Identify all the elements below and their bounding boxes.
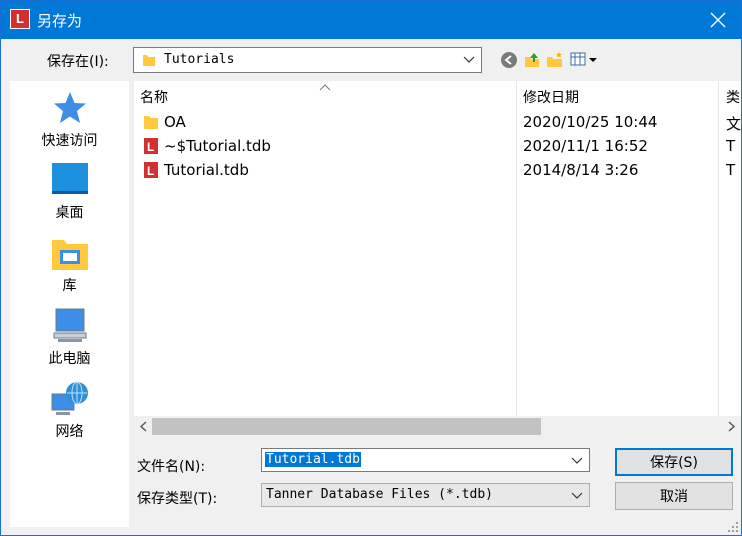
filename-input[interactable]: Tutorial.tdb (261, 448, 590, 472)
new-folder-button[interactable] (546, 51, 564, 69)
chevron-down-icon (571, 492, 583, 499)
file-name: OA (164, 113, 186, 131)
places-bar: 快速访问 桌面 库 此电脑 网络 (10, 81, 129, 527)
network-icon (51, 381, 88, 415)
chevron-down-icon[interactable] (571, 454, 583, 466)
filetype-select[interactable]: Tanner Database Files (*.tdb) (261, 483, 590, 507)
up-folder-button[interactable] (523, 51, 541, 69)
file-row[interactable]: L Tutorial.tdb 2014/8/14 3:26 T (134, 158, 741, 182)
place-label: 桌面 (55, 205, 84, 221)
desktop-icon (51, 163, 88, 194)
place-library[interactable]: 库 (10, 234, 129, 295)
close-icon (710, 12, 726, 28)
star-icon (53, 92, 86, 123)
save-in-dropdown[interactable]: Tutorials (133, 47, 482, 73)
view-menu-button[interactable] (570, 51, 598, 69)
place-quick-access[interactable]: 快速访问 (10, 89, 129, 150)
file-list[interactable]: 名称 修改日期 类 OA 2020/10/25 10:44 文 L ~$Tuto… (134, 81, 741, 437)
scroll-right-icon[interactable] (726, 421, 736, 432)
window-title: 另存为 (37, 12, 83, 30)
filetype-value: Tanner Database Files (*.tdb) (266, 487, 493, 502)
current-folder: Tutorials (164, 52, 235, 67)
save-in-label: 保存在(I): (47, 54, 109, 70)
back-button[interactable] (500, 51, 518, 69)
file-row[interactable]: OA 2020/10/25 10:44 文 (134, 110, 741, 134)
column-header-type[interactable]: 类 (726, 87, 740, 107)
file-name: Tutorial.tdb (164, 161, 249, 179)
filetype-label: 保存类型(T): (137, 491, 218, 507)
save-as-dialog: L 另存为 保存在(I): Tutorials 快速访问 桌面 库 此电脑 网络… (0, 0, 742, 536)
place-label: 此电脑 (48, 351, 91, 367)
column-header-date[interactable]: 修改日期 (523, 87, 579, 107)
file-name: ~$Tutorial.tdb (164, 137, 271, 155)
new-folder-icon (547, 52, 562, 67)
svg-text:L: L (147, 140, 154, 154)
scrollbar-thumb[interactable] (152, 418, 541, 435)
file-date: 2014/8/14 3:26 (523, 161, 639, 179)
place-network[interactable]: 网络 (10, 380, 129, 441)
app-icon: L (10, 9, 30, 29)
file-date: 2020/11/1 16:52 (523, 137, 648, 155)
place-label: 快速访问 (41, 133, 98, 149)
cancel-button[interactable]: 取消 (615, 482, 733, 510)
horizontal-scrollbar[interactable] (134, 416, 741, 437)
column-header-name[interactable]: 名称 (140, 87, 168, 107)
scroll-left-icon[interactable] (139, 421, 149, 432)
computer-icon (53, 308, 86, 342)
location-bar: 保存在(I): Tutorials (1, 39, 741, 81)
resize-grip-icon[interactable] (728, 522, 738, 532)
back-arrow-icon (501, 52, 517, 68)
file-type: T (726, 137, 736, 155)
file-type: T (726, 161, 736, 179)
title-bar[interactable]: L 另存为 (1, 1, 741, 39)
file-type: 文 (726, 115, 742, 133)
sort-ascending-icon (319, 84, 331, 91)
tdb-file-icon: L (144, 162, 158, 178)
save-button[interactable]: 保存(S) (615, 448, 733, 476)
folder-icon (144, 116, 158, 129)
file-row[interactable]: L ~$Tutorial.tdb 2020/11/1 16:52 T (134, 134, 741, 158)
library-icon (51, 240, 88, 270)
place-label: 网络 (55, 424, 84, 440)
filename-value: Tutorial.tdb (265, 452, 361, 467)
place-label: 库 (62, 278, 77, 294)
up-folder-icon (525, 53, 539, 67)
place-desktop[interactable]: 桌面 (10, 161, 129, 222)
tdb-file-icon: L (144, 138, 158, 154)
filename-label: 文件名(N): (137, 459, 206, 475)
folder-icon (143, 55, 155, 66)
svg-text:L: L (147, 164, 154, 178)
chevron-down-icon (463, 56, 475, 63)
close-button[interactable] (695, 1, 741, 39)
view-menu-icon (570, 52, 597, 66)
place-this-pc[interactable]: 此电脑 (10, 307, 129, 368)
file-date: 2020/10/25 10:44 (523, 113, 658, 131)
